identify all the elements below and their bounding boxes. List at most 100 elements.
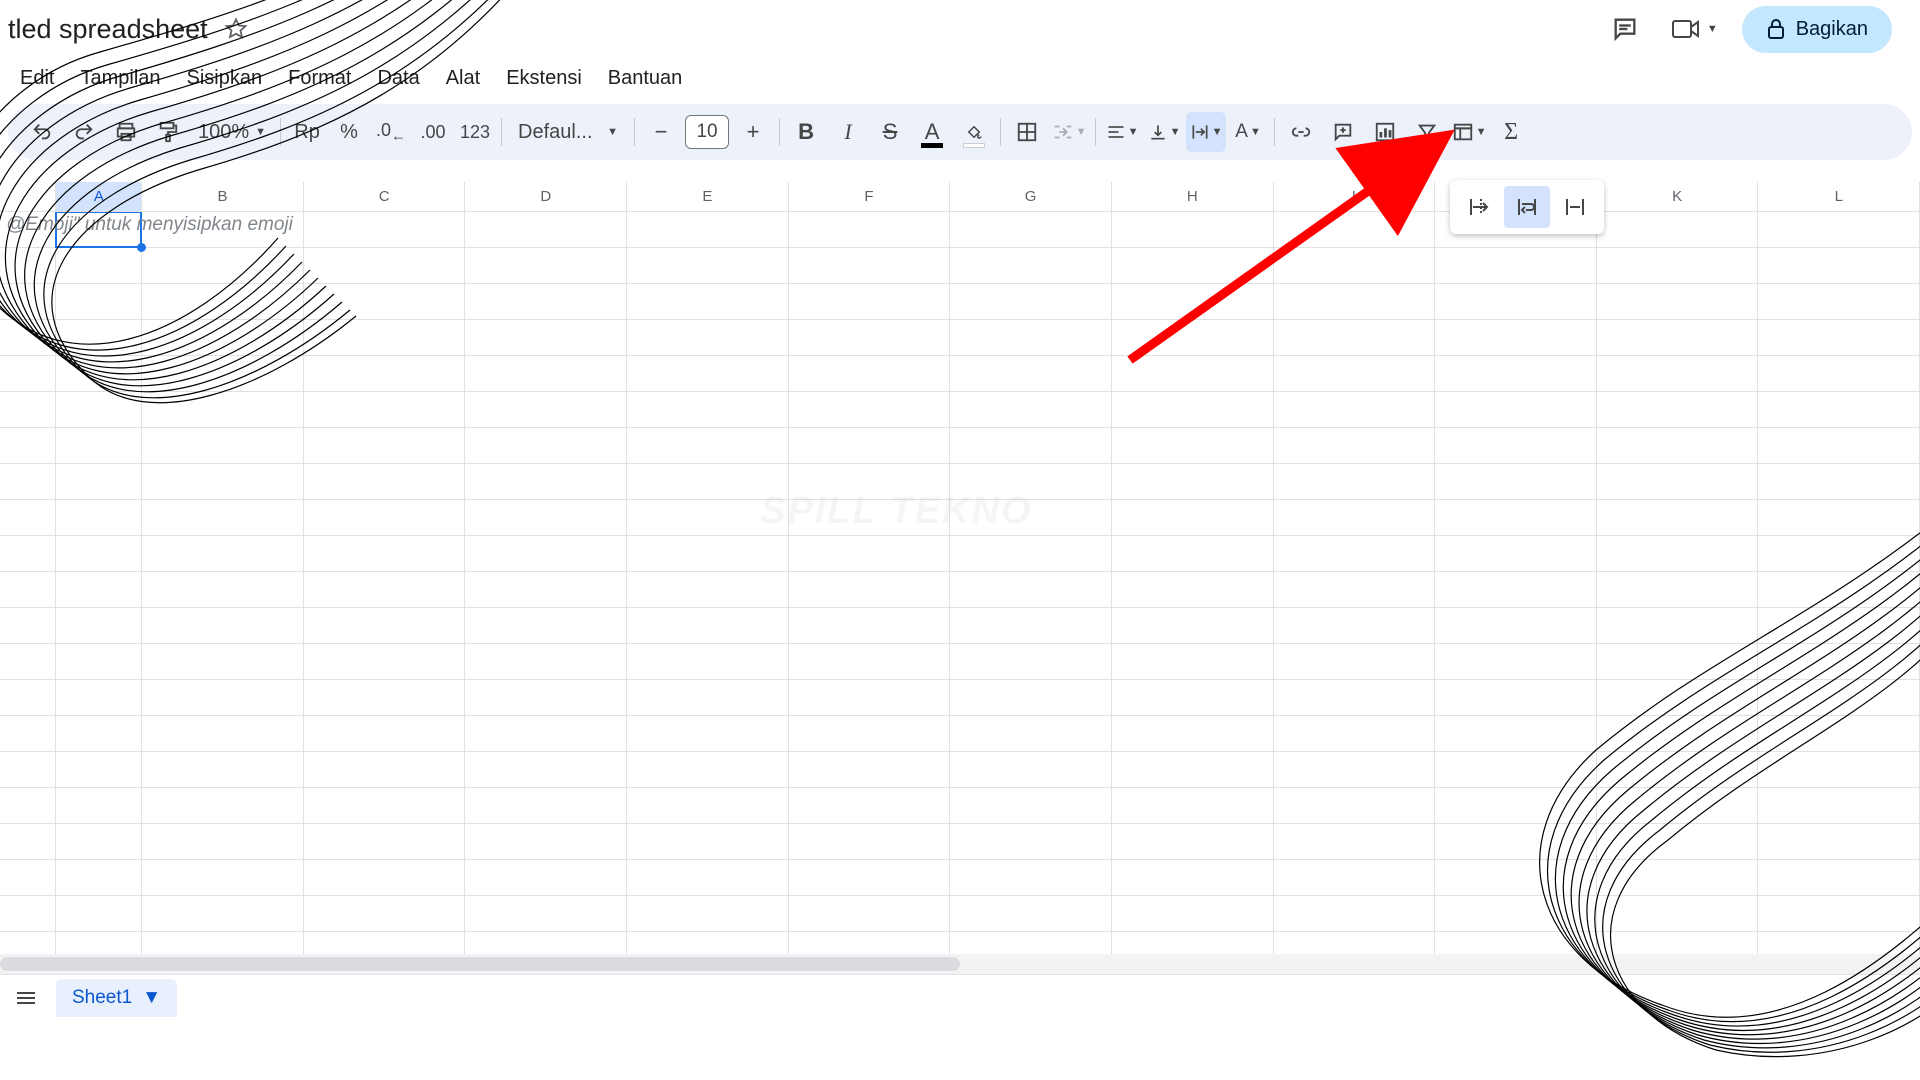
cell[interactable] (304, 320, 466, 356)
cell[interactable] (950, 572, 1112, 608)
cell[interactable] (304, 680, 466, 716)
increase-fontsize-button[interactable]: + (733, 112, 773, 152)
currency-button[interactable]: Rp (287, 112, 327, 152)
cell[interactable] (1597, 752, 1759, 788)
cell[interactable] (1112, 392, 1274, 428)
cell[interactable] (1758, 824, 1920, 860)
menu-view[interactable]: Tampilan (68, 61, 172, 96)
cell[interactable] (56, 644, 142, 680)
cell[interactable] (1435, 752, 1597, 788)
cell[interactable] (1112, 536, 1274, 572)
cell[interactable] (950, 860, 1112, 896)
more-formats-button[interactable]: 123 (455, 112, 495, 152)
cell[interactable] (627, 464, 789, 500)
cell[interactable] (1758, 320, 1920, 356)
cell[interactable] (56, 284, 142, 320)
cell[interactable] (1435, 608, 1597, 644)
zoom-select[interactable]: 100% ▼ (190, 121, 274, 144)
cell[interactable] (304, 644, 466, 680)
cell[interactable] (56, 896, 142, 932)
filter-button[interactable] (1407, 112, 1447, 152)
cell[interactable] (1597, 932, 1759, 954)
cell[interactable] (1435, 788, 1597, 824)
cell[interactable] (465, 608, 627, 644)
cell[interactable] (1435, 824, 1597, 860)
font-size-input[interactable]: 10 (685, 115, 729, 149)
row-header[interactable] (0, 536, 56, 572)
cell[interactable] (1758, 572, 1920, 608)
cell[interactable] (1112, 356, 1274, 392)
cell[interactable] (789, 320, 951, 356)
cell[interactable] (1597, 464, 1759, 500)
cell[interactable] (1597, 284, 1759, 320)
cell[interactable] (1597, 824, 1759, 860)
cell[interactable] (465, 464, 627, 500)
cell[interactable] (465, 716, 627, 752)
cell[interactable] (1112, 464, 1274, 500)
insert-chart-button[interactable] (1365, 112, 1405, 152)
cell[interactable] (1758, 680, 1920, 716)
cell[interactable] (789, 212, 951, 248)
cell[interactable] (304, 608, 466, 644)
column-header-k[interactable]: K (1597, 182, 1759, 211)
cell[interactable] (56, 716, 142, 752)
cell[interactable] (950, 752, 1112, 788)
row-header[interactable] (0, 752, 56, 788)
horizontal-scrollbar[interactable] (0, 954, 1920, 974)
horizontal-align-button[interactable]: ▼ (1102, 112, 1142, 152)
cell[interactable] (142, 860, 304, 896)
wrap-clip-option[interactable] (1552, 186, 1598, 228)
cell[interactable] (56, 788, 142, 824)
cell[interactable] (950, 320, 1112, 356)
cell[interactable] (304, 356, 466, 392)
cell[interactable] (950, 212, 1112, 248)
cell[interactable] (56, 464, 142, 500)
cell[interactable] (789, 644, 951, 680)
cell[interactable] (465, 536, 627, 572)
document-title[interactable]: tled spreadsheet (8, 14, 208, 45)
cell[interactable] (56, 932, 142, 954)
cell[interactable] (304, 752, 466, 788)
cell[interactable] (1274, 716, 1436, 752)
borders-button[interactable] (1007, 112, 1047, 152)
cell[interactable] (56, 752, 142, 788)
undo-button[interactable] (22, 112, 62, 152)
cell[interactable] (56, 428, 142, 464)
cell[interactable] (627, 716, 789, 752)
cell[interactable] (465, 680, 627, 716)
cell[interactable] (465, 932, 627, 954)
cell[interactable] (304, 716, 466, 752)
cell[interactable] (465, 788, 627, 824)
cell[interactable] (789, 572, 951, 608)
cell[interactable] (1758, 716, 1920, 752)
cell[interactable] (789, 680, 951, 716)
cell[interactable] (465, 284, 627, 320)
cell[interactable] (1274, 464, 1436, 500)
cell[interactable] (1112, 608, 1274, 644)
row-header[interactable] (0, 932, 56, 954)
cell[interactable] (1435, 284, 1597, 320)
cell[interactable] (142, 320, 304, 356)
cell[interactable] (1274, 356, 1436, 392)
column-header-e[interactable]: E (627, 182, 789, 211)
cell[interactable] (1274, 788, 1436, 824)
strikethrough-button[interactable]: S (870, 112, 910, 152)
row-header[interactable] (0, 248, 56, 284)
cell[interactable] (1274, 680, 1436, 716)
row-header[interactable] (0, 392, 56, 428)
cell[interactable] (627, 680, 789, 716)
cell[interactable] (1758, 788, 1920, 824)
cell[interactable] (56, 860, 142, 896)
cell[interactable] (627, 248, 789, 284)
row-header[interactable] (0, 500, 56, 536)
cell[interactable] (1274, 320, 1436, 356)
cell[interactable] (1435, 716, 1597, 752)
menu-help[interactable]: Bantuan (596, 61, 695, 96)
cell[interactable] (627, 428, 789, 464)
cell[interactable] (1597, 608, 1759, 644)
cell[interactable] (1758, 284, 1920, 320)
cell[interactable] (1112, 572, 1274, 608)
row-header[interactable] (0, 824, 56, 860)
cell[interactable] (1758, 464, 1920, 500)
cell[interactable] (1274, 608, 1436, 644)
